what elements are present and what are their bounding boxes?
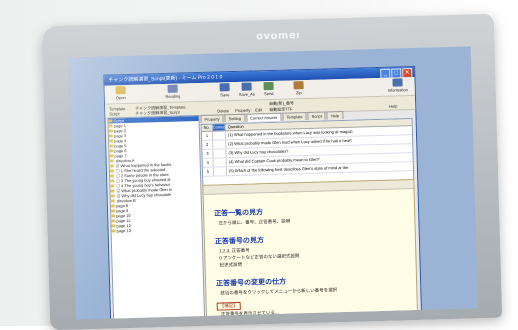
help-panel: 正答一覧の見方 左から順に、番号、正答番号、説明 正答番号の見方 1,2,3, … (202, 179, 418, 319)
cell-no: 3 (202, 149, 214, 158)
folder-icon (111, 229, 116, 233)
tree-item[interactable]: page 13 (111, 226, 202, 234)
cell-no: 1 (201, 131, 214, 140)
monitor-brand: ovomeı (256, 30, 301, 43)
save-icon (219, 83, 230, 92)
edit-button[interactable]: Edit (255, 107, 262, 112)
save-button[interactable]: Save (213, 83, 237, 98)
cell-no: 2 (202, 140, 214, 149)
note-badge: 【補足】 (216, 301, 241, 311)
tab-help[interactable]: Help (326, 110, 344, 120)
zip-icon (293, 81, 304, 90)
script-label: Script (109, 111, 120, 117)
tab-correct-answer[interactable]: Correct Answer (245, 112, 282, 122)
page-tree[interactable]: Script page 1 page 2 page 3 page 4 page 5 page… (107, 115, 206, 320)
tab-script[interactable]: Script (307, 111, 326, 120)
property-button[interactable]: Property (235, 108, 250, 113)
cell-correct[interactable] (213, 149, 227, 158)
col-no: No. (201, 124, 213, 131)
send-button[interactable]: Send (256, 81, 280, 97)
send-icon (263, 81, 274, 91)
cell-correct[interactable] (213, 140, 227, 149)
cell-correct[interactable] (213, 158, 227, 167)
save-as-button[interactable]: Save_As (235, 82, 259, 97)
cell-no: 5 (202, 167, 215, 176)
app-window: チャンク読解演習_Script(更新) - ミーム Pro 2 0 1 0 _ … (103, 65, 423, 320)
question-table: No. Correct Question 1 (1) What happened … (200, 118, 415, 186)
tab-property[interactable]: Property (200, 114, 224, 123)
tree-item-label: page 13 (116, 227, 132, 234)
help-button[interactable]: Help (389, 103, 397, 108)
editor-area: Property Setting Correct Answer Template Scr… (200, 109, 418, 319)
open-icon (115, 86, 126, 95)
cell-correct[interactable] (212, 131, 227, 140)
monitor-screen: チャンク読解演習_Script(更新) - ミーム Pro 2 0 1 0 _ … (68, 46, 478, 320)
save-as-icon (241, 82, 252, 91)
col-correct: Correct (212, 124, 226, 131)
tab-setting[interactable]: Setting (224, 113, 246, 123)
zip-button[interactable]: Zip (286, 81, 310, 96)
info-icon (392, 78, 403, 87)
note-text: 正答番号を表示させている... (220, 309, 279, 317)
delete-button[interactable]: Delete (217, 108, 229, 113)
cell-no: 4 (202, 158, 214, 167)
workspace: Script page 1 page 2 page 3 page 4 page 5 page… (105, 109, 421, 320)
open-button[interactable]: Open (109, 86, 133, 101)
monitor-bezel: ovomeı チャンク読解演習_Script(更新) - ミーム Pro 2 0… (41, 13, 503, 330)
information-button[interactable]: Information (382, 78, 412, 93)
reading-button[interactable]: Reading (161, 84, 185, 99)
reading-icon (167, 84, 178, 93)
tab-template[interactable]: Template (282, 112, 307, 121)
cell-correct[interactable] (213, 167, 228, 176)
